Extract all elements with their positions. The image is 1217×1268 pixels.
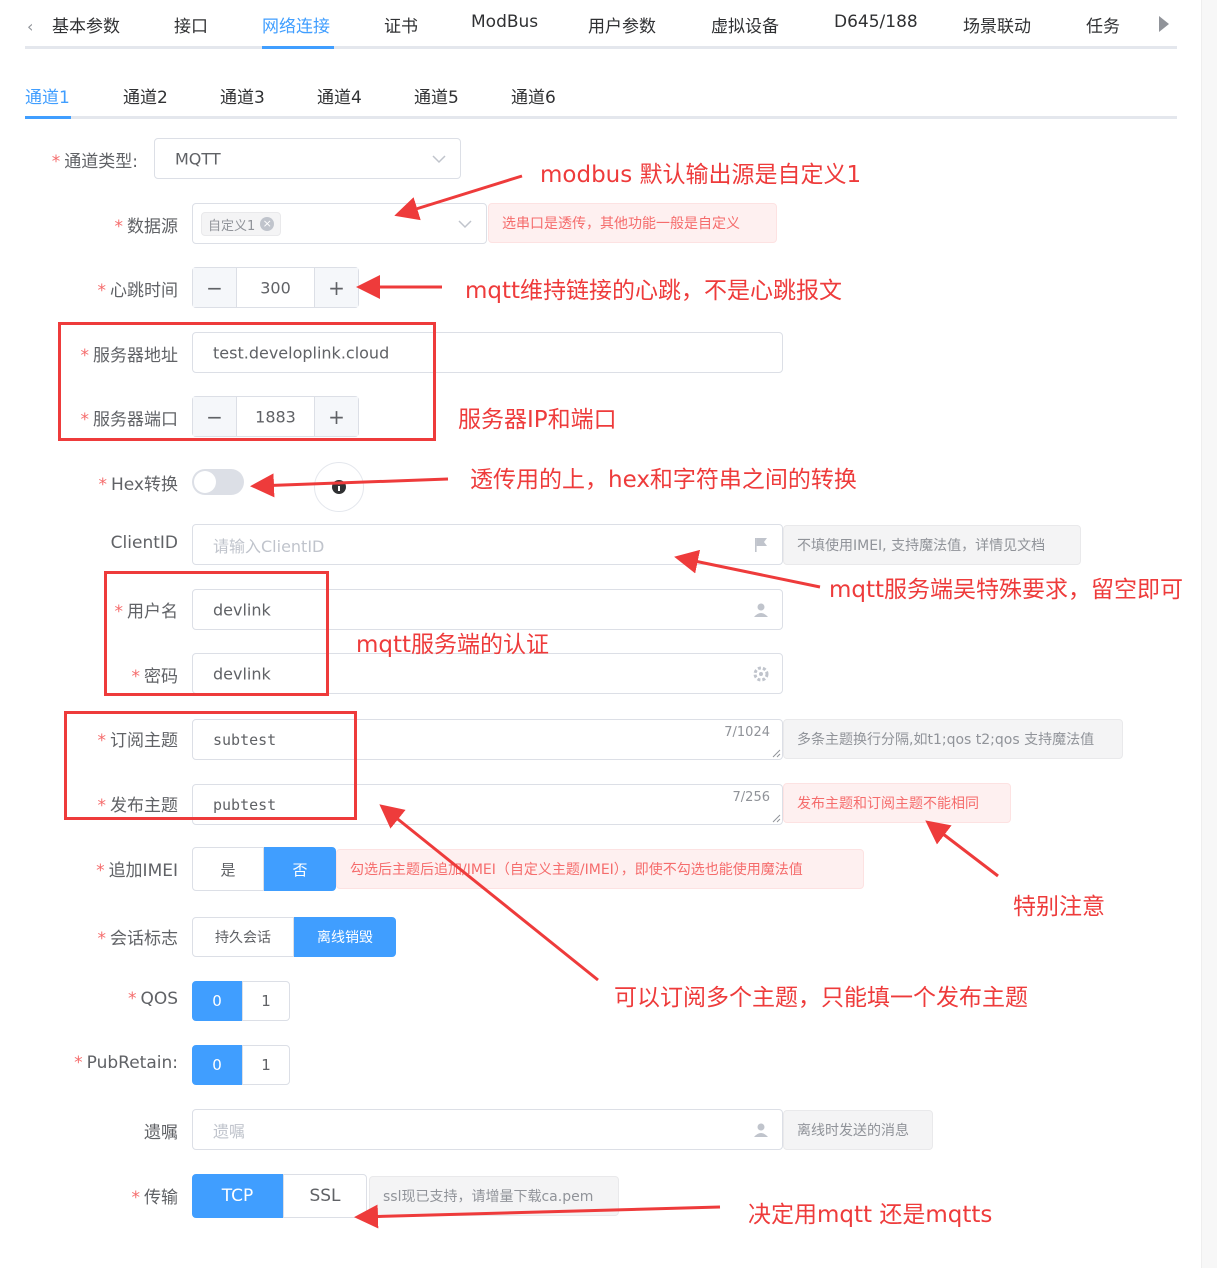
arrow-clientid — [674, 549, 821, 589]
annotation-arrows — [250, 174, 999, 1229]
arrow-pubtip — [925, 820, 999, 878]
arrow-hex — [250, 473, 449, 498]
arrow-transport — [354, 1204, 721, 1229]
arrow-datasource — [394, 174, 523, 221]
page-scrollbar[interactable] — [1201, 0, 1217, 1268]
arrow-topics — [379, 804, 599, 982]
